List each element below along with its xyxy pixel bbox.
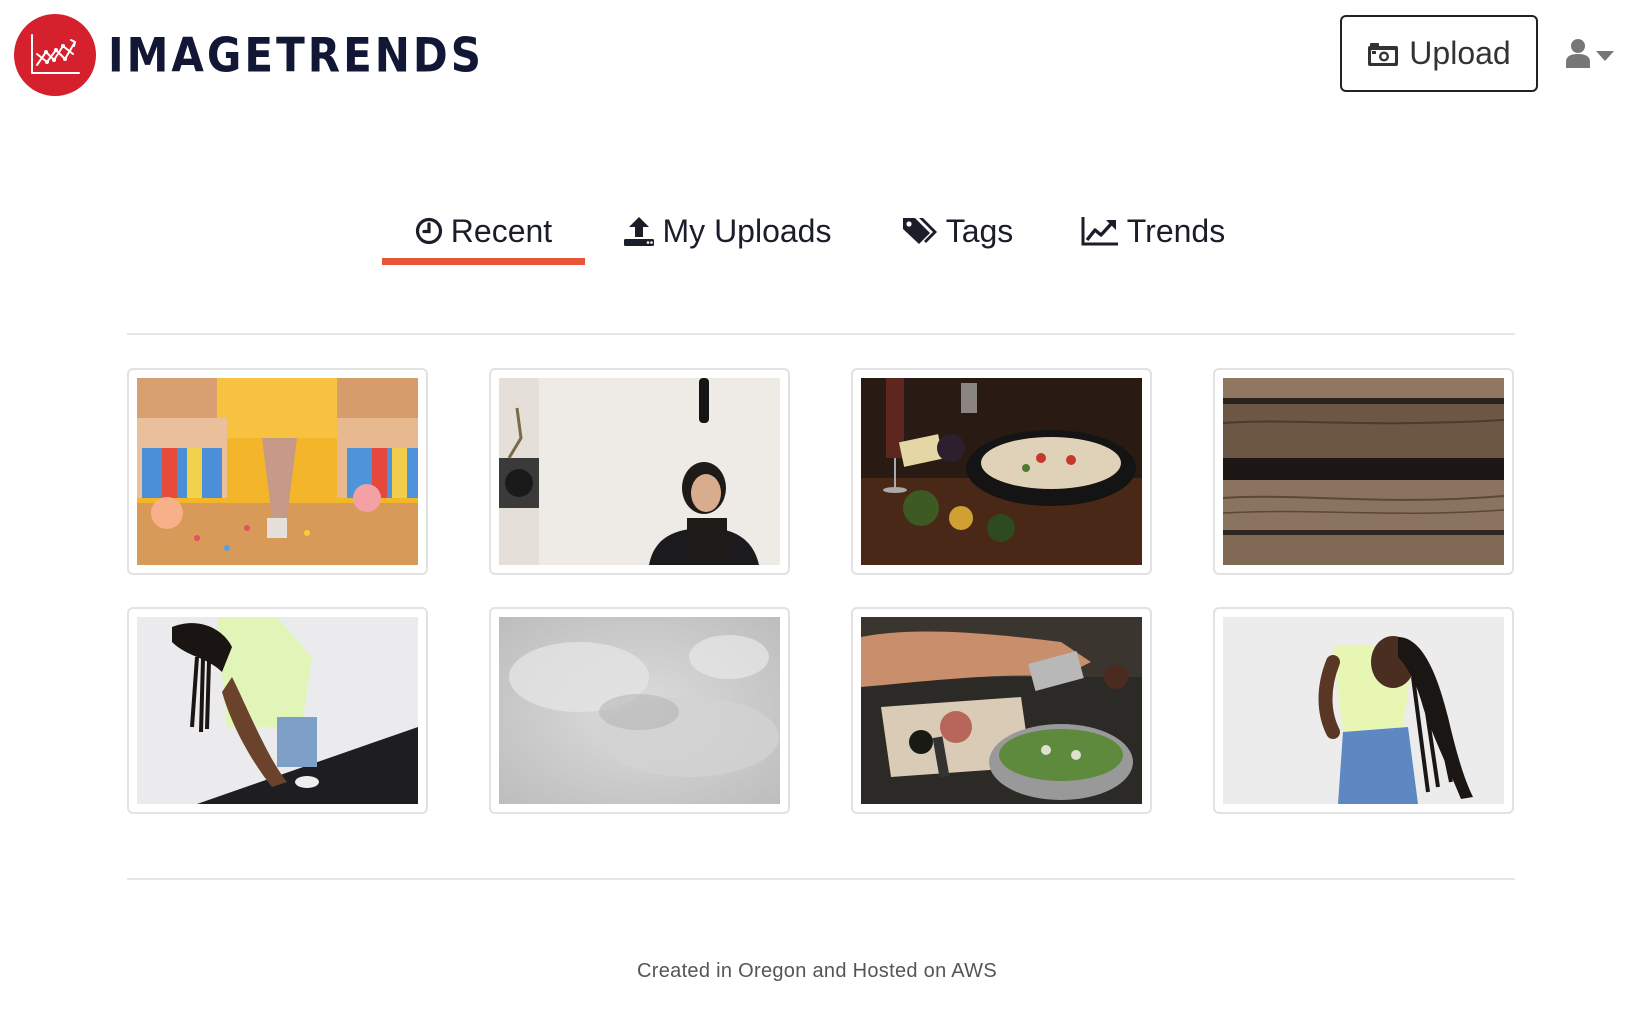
image-card[interactable] (1213, 607, 1514, 814)
upload-label: Upload (1409, 35, 1511, 71)
active-tab-indicator (382, 258, 585, 265)
upload-icon (623, 215, 655, 247)
chevron-down-icon (1596, 50, 1614, 61)
logo[interactable]: IMAGETRENDS (14, 14, 484, 96)
image-thumbnail-braids-wall (137, 617, 418, 804)
image-thumbnail-braids-denim (1223, 617, 1504, 804)
image-card[interactable] (851, 607, 1152, 814)
divider-bottom (127, 878, 1515, 880)
clock-icon (415, 217, 443, 245)
image-thumbnail-interview (499, 378, 780, 565)
image-card[interactable] (489, 607, 790, 814)
image-card[interactable] (1213, 368, 1514, 575)
header: IMAGETRENDS Upload (0, 0, 1634, 110)
line-chart-icon (1081, 216, 1119, 246)
image-card[interactable] (489, 368, 790, 575)
image-card[interactable] (851, 368, 1152, 575)
tags-icon (902, 216, 938, 246)
image-card[interactable] (127, 368, 428, 575)
tab-my-uploads[interactable]: My Uploads (612, 196, 842, 266)
image-thumbnail-dinner (861, 378, 1142, 565)
tab-recent[interactable]: Recent (382, 196, 585, 266)
image-thumbnail-wood (1223, 378, 1504, 565)
camera-icon (1367, 41, 1399, 67)
user-icon (1566, 38, 1590, 73)
image-thumbnail-salad (861, 617, 1142, 804)
divider-top (127, 333, 1515, 335)
tab-label: Tags (945, 212, 1014, 249)
brand-name: IMAGETRENDS (108, 27, 485, 83)
upload-button[interactable]: Upload (1340, 15, 1538, 92)
tab-trends[interactable]: Trends (1068, 196, 1238, 266)
image-thumbnail-ice-cream (137, 378, 418, 565)
tab-label: Recent (450, 212, 553, 249)
nav-tabs: Recent My Uploads Tags Trends (0, 196, 1634, 276)
tab-tags[interactable]: Tags (890, 196, 1025, 266)
image-card[interactable] (127, 607, 428, 814)
logo-chart-icon (14, 14, 96, 96)
image-thumbnail-fur (499, 617, 780, 804)
tab-label: My Uploads (662, 212, 832, 249)
user-menu[interactable] (1566, 38, 1614, 73)
footer-text: Created in Oregon and Hosted on AWS (637, 960, 997, 982)
tab-label: Trends (1126, 212, 1226, 249)
